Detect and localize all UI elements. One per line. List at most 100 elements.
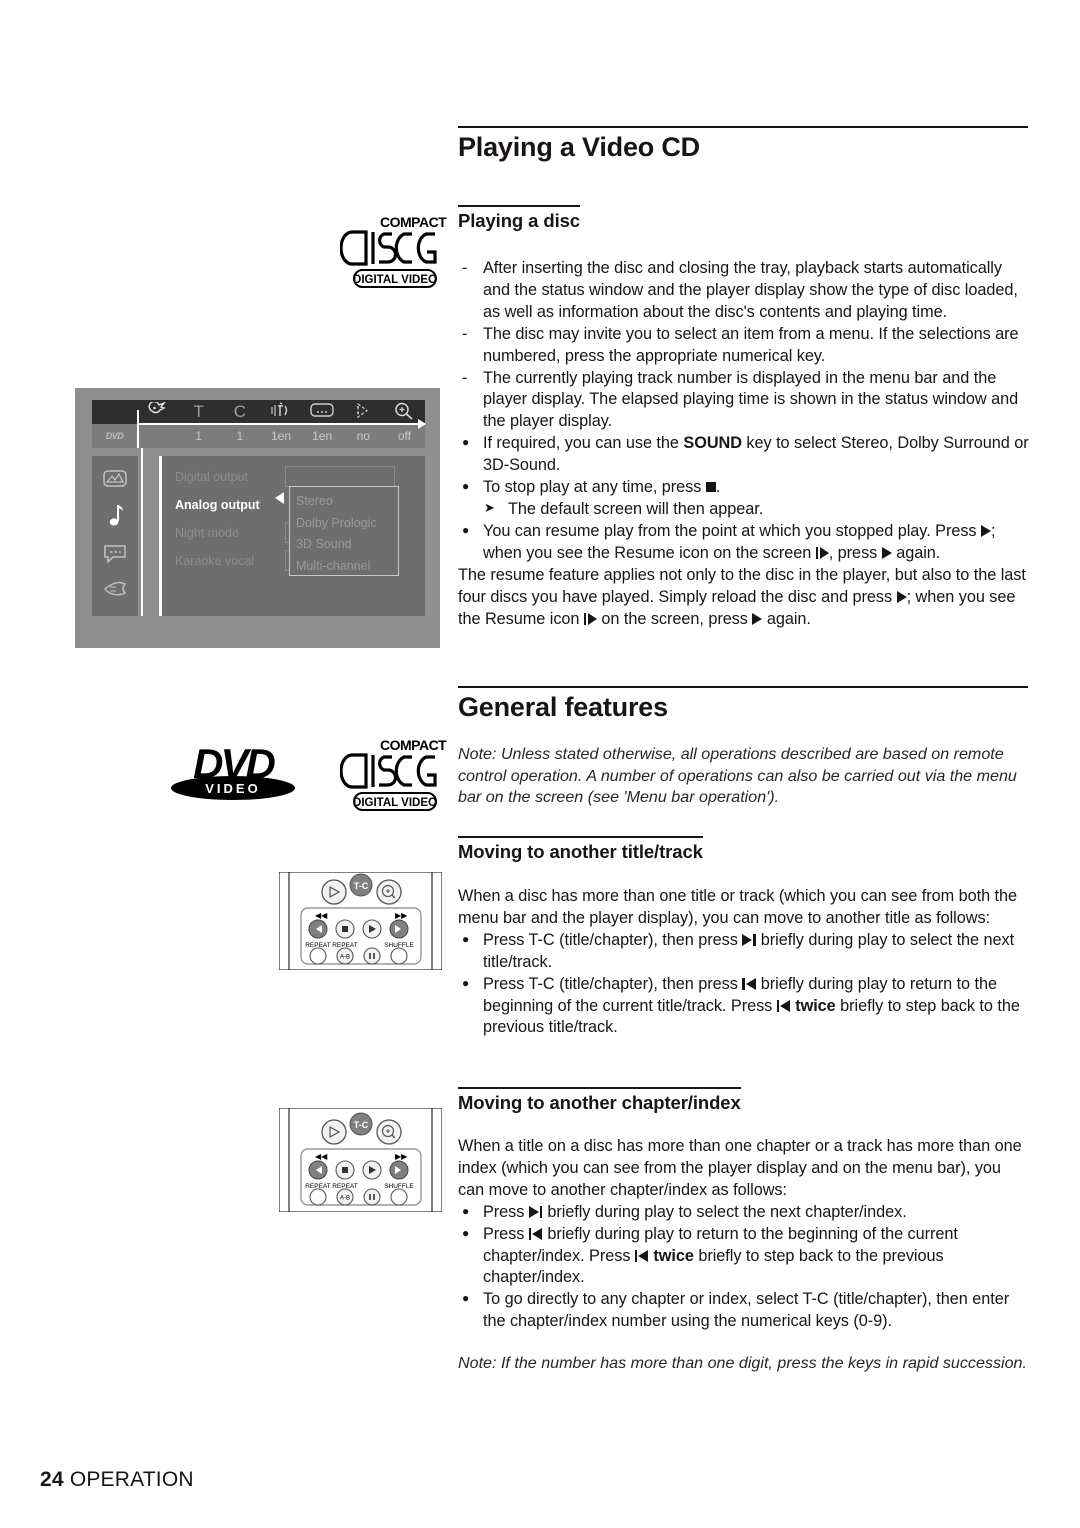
- list-item: - After inserting the disc and closing t…: [458, 258, 1030, 324]
- prev-track-glyph-icon: [742, 977, 756, 990]
- cd-disc-wordmark-2: [339, 753, 437, 789]
- compact-disc-digital-video-logo-bottom: COMPACT DIGITAL VIDEO: [339, 735, 448, 813]
- list-item-text: Press briefly during play to return to t…: [483, 1224, 958, 1287]
- bullet-marker: ●: [462, 479, 470, 494]
- prev-track-glyph-icon: [634, 1249, 649, 1262]
- osd-sidebar: [92, 456, 138, 616]
- list-item: ● Press T-C (title/chapter), then press …: [458, 974, 1030, 1040]
- osd-screenshot: T C DVD 1 1 1en 1en no off Digital outpu…: [75, 388, 440, 648]
- cd-compact-word-2: COMPACT: [380, 737, 447, 753]
- title-t-icon: T: [193, 402, 204, 421]
- cd-digital-video-word: DIGITAL VIDEO: [353, 274, 437, 286]
- stop-glyph-icon: [705, 482, 716, 493]
- list-item-text: The disc may invite you to select an ite…: [483, 324, 1019, 365]
- osd-value-bar: DVD 1 1 1en 1en no off: [92, 424, 425, 448]
- bullet-marker: ●: [462, 931, 470, 946]
- prev-track-glyph-icon: [528, 1227, 543, 1240]
- remote-tc-button-label-2: T-C: [354, 1120, 369, 1130]
- audio-language-icon: [260, 402, 301, 422]
- svg-text:A-B: A-B: [340, 1196, 350, 1202]
- list-item: ● You can resume play from the point at …: [458, 521, 1030, 565]
- list-item-text: To go directly to any chapter or index, …: [483, 1290, 1010, 1331]
- sub-list-item-text: The default screen will then appear.: [508, 499, 764, 518]
- chapter-c-icon: C: [233, 402, 246, 421]
- remote-tc-button-label: T-C: [354, 881, 369, 891]
- list-item-text: After inserting the disc and closing the…: [483, 259, 1018, 321]
- arrow-marker-icon: ➤: [484, 499, 495, 515]
- heading-playing-a-disc: Playing a disc: [458, 205, 580, 231]
- footer-section-label: OPERATION: [69, 1468, 194, 1491]
- general-features-note: Note: Unless stated otherwise, all opera…: [458, 745, 1017, 807]
- list-item-text: The currently playing track number is di…: [483, 368, 1019, 431]
- play-glyph-icon: [881, 546, 892, 559]
- resume-glyph-icon: [815, 546, 829, 559]
- cd-compact-word: COMPACT: [380, 214, 447, 230]
- osd-cursor-line: [137, 410, 139, 448]
- dash-marker: -: [462, 259, 468, 277]
- osd-menu-item-digital-output[interactable]: Digital output: [175, 470, 248, 484]
- bullet-marker: ●: [462, 435, 470, 450]
- list-item-text: If required, you can use the SOUND key t…: [483, 434, 1029, 475]
- features-hand-icon[interactable]: [101, 580, 129, 603]
- list-item-text: Press T-C (title/chapter), then press br…: [483, 974, 1020, 1037]
- sub-list-item: ➤ The default screen will then appear.: [458, 499, 1030, 521]
- resume-glyph-icon: [583, 612, 597, 625]
- audio-settings-icon[interactable]: [105, 503, 125, 534]
- play-glyph-icon: [752, 612, 763, 625]
- osd-menu-item-night-mode[interactable]: Night mode: [175, 526, 239, 540]
- chapter-index-note: Note: If the number has more than one di…: [458, 1354, 1027, 1373]
- osd-sidebar-divider: [141, 448, 143, 616]
- heading-moving-title-track: Moving to another title/track: [458, 836, 703, 862]
- pointer-hand-icon: [137, 400, 178, 422]
- osd-panel-divider: [159, 456, 162, 616]
- sound-key-label: SOUND: [683, 434, 742, 453]
- compact-disc-digital-video-logo-top: COMPACT DIGITAL VIDEO: [339, 212, 448, 290]
- osd-submenu-item-stereo[interactable]: Stereo: [296, 491, 398, 513]
- remote-control-icon-1: T-C ◀◀ ▶▶ REPEAT REPEAT SHUFFLE A-B: [278, 871, 443, 971]
- osd-submenu-item-dolby-prologic[interactable]: Dolby Prologic: [296, 513, 398, 535]
- osd-menu-bar: T C: [92, 400, 425, 424]
- subtitle-settings-icon[interactable]: [102, 544, 128, 570]
- list-item: ● If required, you can use the SOUND key…: [458, 433, 1030, 477]
- svg-text:▶▶: ▶▶: [395, 1152, 408, 1161]
- osd-menu-item-karaoke-vocal[interactable]: Karaoke vocal: [175, 554, 254, 568]
- dash-marker: -: [462, 324, 468, 343]
- list-item-text: Press briefly during play to select the …: [483, 1202, 907, 1221]
- list-item-text: You can resume play from the point at wh…: [483, 521, 996, 562]
- remote-diagram-chapter-index: T-C ◀◀ ▶▶ REPEAT REPEAT SHUFFLE A-B: [278, 1107, 443, 1213]
- next-track-glyph-icon: [742, 933, 756, 946]
- osd-submenu-item-3d-sound[interactable]: 3D Sound: [296, 534, 398, 556]
- picture-settings-icon[interactable]: [102, 469, 128, 493]
- remote-diagram-title-track: T-C ◀◀ ▶▶ REPEAT REPEAT SHUFFLE A-B: [278, 871, 443, 971]
- osd-value-angle: no: [356, 429, 370, 443]
- dvd-video-logo: VIDEO DVD: [168, 740, 298, 802]
- list-item: ● Press briefly during play to select th…: [458, 1202, 1030, 1224]
- list-item: ● To go directly to any chapter or index…: [458, 1289, 1030, 1333]
- play-glyph-icon: [980, 524, 991, 537]
- page-number: 24: [40, 1468, 64, 1491]
- osd-value-subtitle: 1en: [312, 429, 333, 443]
- list-item: ● Press T-C (title/chapter), then press …: [458, 930, 1030, 974]
- list-item: - The currently playing track number is …: [458, 368, 1030, 434]
- dvd-video-logo-icon: VIDEO DVD: [171, 740, 295, 800]
- list-item-text: To stop play at any time, press .: [483, 478, 721, 497]
- cd-logo-icon: COMPACT DIGITAL VIDEO: [339, 214, 448, 288]
- cd-digital-video-word-2: DIGITAL VIDEO: [353, 797, 437, 809]
- page-title: Playing a Video CD: [458, 126, 1028, 161]
- list-item-text: Press T-C (title/chapter), then press br…: [483, 930, 1015, 971]
- heading-moving-chapter-index: Moving to another chapter/index: [458, 1087, 741, 1113]
- camera-angle-icon: [343, 402, 384, 422]
- osd-submenu-item-multi-channel[interactable]: Multi-channel: [296, 556, 398, 578]
- page-footer: 24 OPERATION: [40, 1468, 194, 1492]
- next-track-glyph-icon: [528, 1205, 543, 1218]
- osd-field-digital-output[interactable]: [285, 466, 395, 487]
- dash-marker: -: [462, 368, 468, 387]
- cd-disc-wordmark: [339, 230, 437, 266]
- svg-text:◀◀: ◀◀: [315, 1152, 328, 1161]
- osd-menu-item-analog-output[interactable]: Analog output: [175, 498, 260, 512]
- svg-text:▶▶: ▶▶: [395, 911, 408, 920]
- bullet-marker: ●: [462, 1291, 470, 1306]
- heading-general-features: General features: [458, 686, 1028, 721]
- resume-paragraph: The resume feature applies not only to t…: [458, 565, 1026, 628]
- osd-settings-panel: Digital output Analog output Night mode …: [161, 456, 425, 616]
